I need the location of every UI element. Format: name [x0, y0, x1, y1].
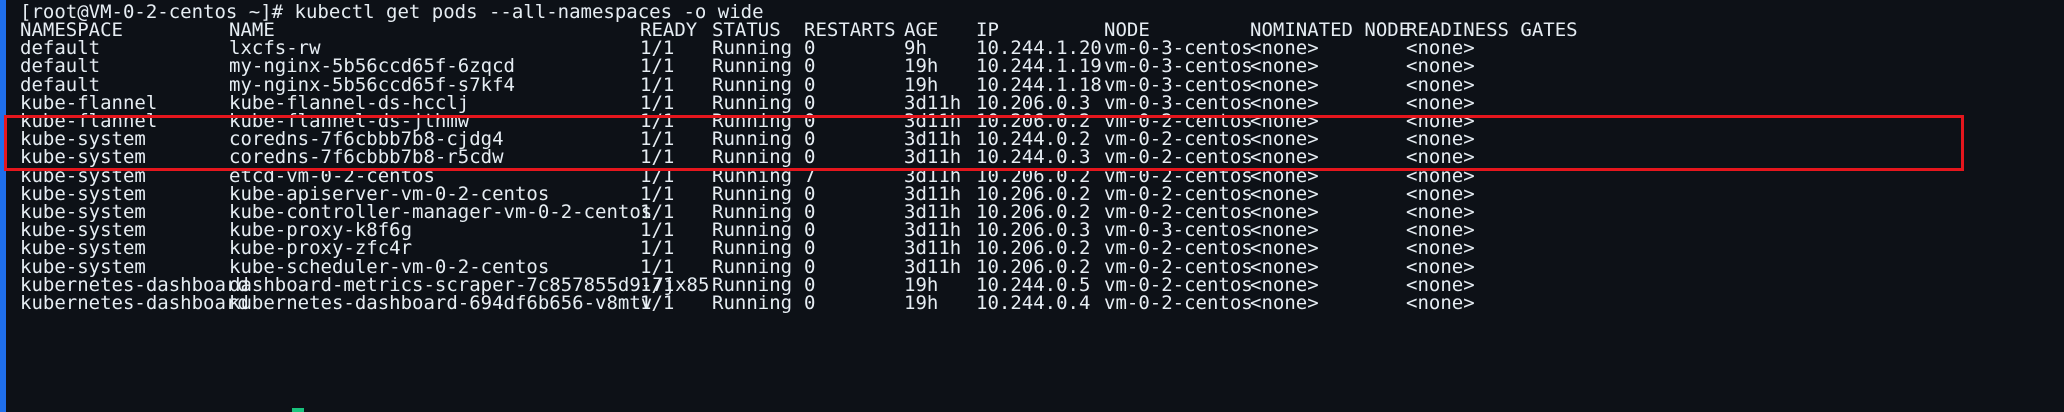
table-cell: Running	[712, 292, 793, 314]
table-cell: kubernetes-dashboard-694df6b656-v8mtv	[229, 292, 653, 314]
table-cell: <none>	[1406, 292, 1475, 314]
table-cell: 0	[804, 292, 816, 314]
table-cell: 10.244.0.4	[976, 292, 1091, 314]
table-cell: 1/1	[640, 292, 675, 314]
table-cell: 19h	[904, 292, 939, 314]
terminal-accent-bar	[0, 0, 6, 412]
terminal-window[interactable]: [root@VM-0-2-centos ~]# kubectl get pods…	[0, 0, 2064, 412]
column-header: RESTARTS	[804, 19, 896, 41]
terminal-output: [root@VM-0-2-centos ~]# kubectl get pods…	[20, 0, 2064, 412]
table-cell: vm-0-2-centos	[1104, 292, 1253, 314]
cursor-fragment	[292, 408, 304, 412]
table-cell: kubernetes-dashboard	[20, 292, 249, 314]
table-cell: <none>	[1250, 292, 1319, 314]
